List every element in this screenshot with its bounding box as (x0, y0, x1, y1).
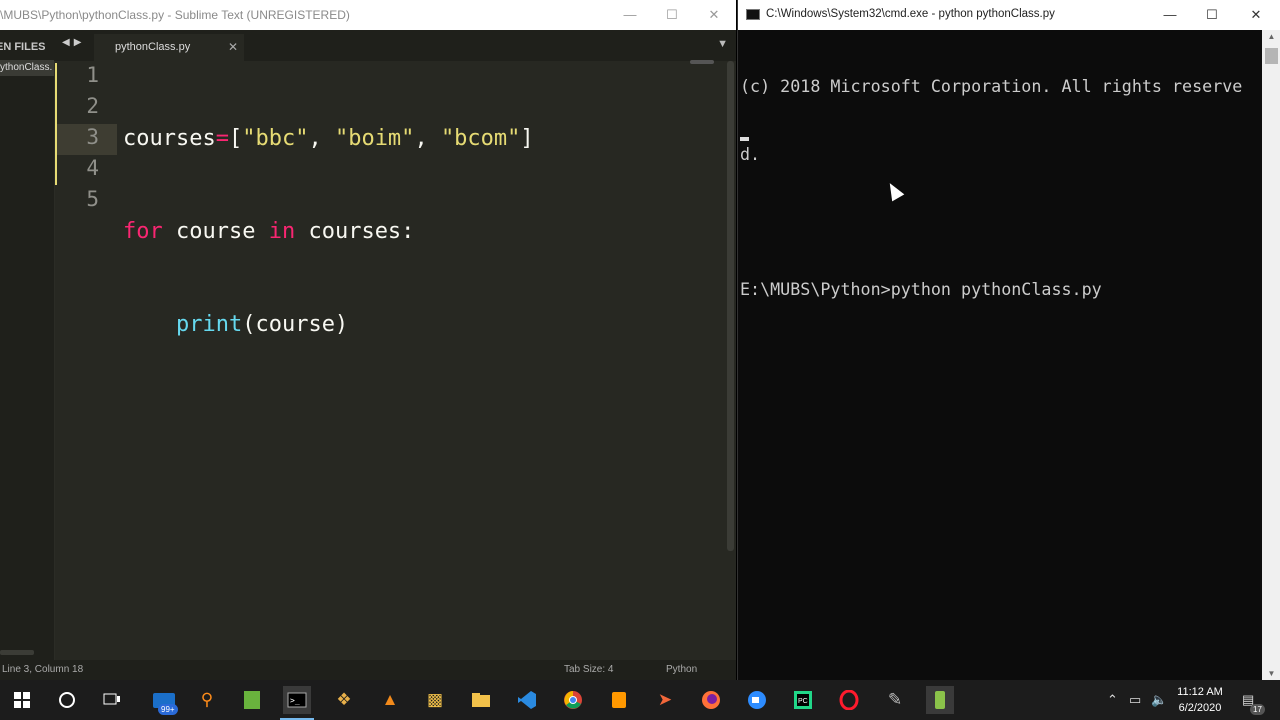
cmd-window: C:\Windows\System32\cmd.exe - python pyt… (737, 0, 1280, 680)
files-app-icon[interactable]: ▩ (421, 686, 449, 714)
code-line-1: courses=["bbc", "boim", "bcom"] (123, 126, 534, 151)
line-gutter: 1 2 3 4 5 (55, 61, 115, 660)
paint-app-icon[interactable]: ✎ (881, 686, 909, 714)
pycharm-app-icon[interactable]: PC (789, 686, 817, 714)
notification-count: 17 (1250, 704, 1265, 715)
tab-nav-arrows-icon[interactable]: ◀▶ (62, 37, 85, 48)
sidebar: EN FILES ythonClass. (0, 30, 55, 660)
minimize-icon[interactable]: — (1148, 0, 1192, 30)
close-icon[interactable]: ✕ (692, 0, 736, 30)
terminal-cursor (740, 137, 749, 141)
notepad-app-icon[interactable] (238, 686, 266, 714)
firefox-app-icon[interactable] (697, 686, 725, 714)
task-view-icon[interactable] (98, 686, 126, 714)
phone-app-icon[interactable] (926, 686, 954, 714)
cmd-window-title: C:\Windows\System32\cmd.exe - python pyt… (766, 8, 1055, 20)
tab-pythonclass[interactable]: pythonClass.py ✕ (94, 34, 244, 61)
scroll-down-icon[interactable]: ▼ (1262, 669, 1280, 678)
cmd-titlebar[interactable]: C:\Windows\System32\cmd.exe - python pyt… (738, 0, 1280, 30)
search-app-icon[interactable]: ⚲ (193, 686, 221, 714)
line-number: 3 (86, 125, 99, 149)
close-icon[interactable]: ✕ (1234, 0, 1278, 30)
cmd-icon (746, 9, 760, 20)
sidebar-header: EN FILES (0, 41, 46, 53)
status-bar: Line 3, Column 18 Tab Size: 4 Python (0, 660, 736, 680)
minimap[interactable] (690, 60, 714, 64)
code-line-2: for course in courses: (123, 219, 415, 244)
code-editor[interactable]: courses=["bbc", "boim", "bcom"] for cour… (123, 61, 534, 402)
maximize-icon[interactable]: ☐ (1190, 0, 1234, 30)
cortana-search-icon[interactable] (53, 686, 81, 714)
tab-label: pythonClass.py (115, 41, 191, 53)
tab-menu-icon[interactable]: ▼ (717, 38, 728, 50)
terminal-output[interactable]: (c) 2018 Microsoft Corporation. All righ… (740, 30, 1256, 345)
file-explorer-icon[interactable] (467, 686, 495, 714)
sublime-window-title: \MUBS\Python\pythonClass.py - Sublime Te… (0, 8, 350, 22)
clock-time: 11:12 AM (1177, 686, 1223, 698)
postman-app-icon[interactable]: ➤ (651, 686, 679, 714)
svg-text:PC: PC (798, 698, 808, 705)
sublime-app-icon[interactable] (605, 686, 633, 714)
terminal-line: (c) 2018 Microsoft Corporation. All righ… (740, 76, 1243, 96)
cmd-taskbar-icon[interactable]: >_ (283, 686, 311, 714)
terminal-line: d. (740, 143, 761, 164)
windows-start-icon[interactable] (8, 686, 36, 714)
clock-date: 6/2/2020 (1178, 702, 1222, 714)
sublime-window: \MUBS\Python\pythonClass.py - Sublime Te… (0, 0, 736, 680)
vlc-app-icon[interactable]: ▲ (376, 686, 404, 714)
tray-chevron-icon[interactable]: ⌃ (1107, 680, 1118, 720)
vscode-app-icon[interactable] (513, 686, 541, 714)
taskbar-clock[interactable]: 11:12 AM 6/2/2020 (1170, 684, 1230, 716)
sidebar-item-file[interactable]: ythonClass. (0, 60, 54, 76)
cmd-scrollbar[interactable]: ▲ ▼ (1262, 30, 1280, 680)
line-number: 1 (86, 63, 99, 87)
status-position: Line 3, Column 18 (2, 664, 84, 675)
terminal-line: E:\MUBS\Python>python pythonClass.py (740, 278, 1102, 299)
git-app-icon[interactable]: ❖ (330, 686, 358, 714)
status-syntax[interactable]: Python (666, 664, 697, 675)
mail-badge: 99+ (158, 704, 178, 715)
scroll-up-icon[interactable]: ▲ (1262, 32, 1280, 41)
scroll-thumb[interactable] (1265, 48, 1278, 64)
zoom-app-icon[interactable] (743, 686, 771, 714)
modified-lines-marker (55, 63, 57, 185)
taskbar: 99+ ⚲ >_ ❖ ▲ ▩ ➤ PC ✎ ⌃ ▭ 🔈 11:12 AM 6/2… (0, 680, 1280, 720)
volume-icon[interactable]: 🔈 (1151, 680, 1167, 720)
status-tab-size[interactable]: Tab Size: 4 (564, 664, 613, 675)
sidebar-scrollbar[interactable] (0, 650, 34, 655)
line-number: 4 (86, 156, 99, 180)
line-number: 5 (86, 187, 99, 211)
svg-text:>_: >_ (290, 696, 300, 705)
tab-close-icon[interactable]: ✕ (228, 40, 238, 54)
maximize-icon[interactable]: ☐ (650, 0, 694, 30)
line-number: 2 (86, 94, 99, 118)
sublime-titlebar[interactable]: \MUBS\Python\pythonClass.py - Sublime Te… (0, 0, 736, 30)
code-line-3: print(course) (175, 312, 349, 337)
network-icon[interactable]: ▭ (1129, 680, 1141, 720)
chrome-app-icon[interactable] (559, 686, 587, 714)
editor-scrollbar[interactable] (727, 61, 734, 551)
opera-app-icon[interactable] (835, 686, 863, 714)
minimize-icon[interactable]: — (608, 0, 652, 30)
tab-bar: pythonClass.py ✕ ▼ (54, 30, 736, 61)
